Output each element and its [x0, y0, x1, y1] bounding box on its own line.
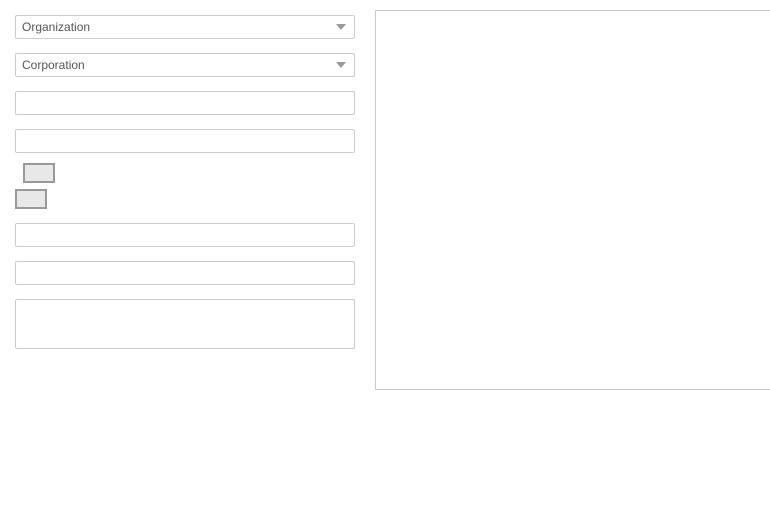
name-input[interactable] [15, 91, 355, 115]
url-input[interactable] [15, 129, 355, 153]
markup-type-select[interactable]: Organization Corporation LocalBusiness P… [15, 15, 355, 39]
code-output: { "@context": "http://www.schema.org", "… [375, 10, 770, 390]
image-input[interactable] [15, 261, 355, 285]
org-type-select[interactable]: Corporation LocalBusiness NGO Person [15, 53, 355, 77]
description-input[interactable] [15, 299, 355, 349]
remove-link-button[interactable] [15, 189, 47, 209]
logo-input[interactable] [15, 223, 355, 247]
add-link-button[interactable] [23, 163, 55, 183]
